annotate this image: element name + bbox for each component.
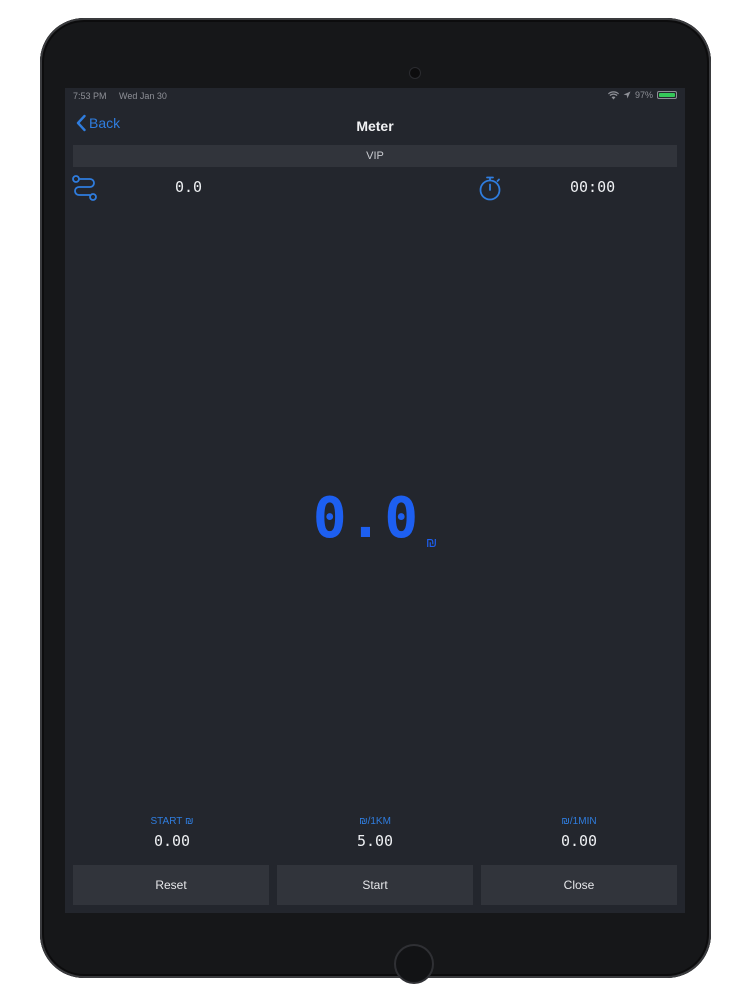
status-indicators: 97% <box>607 90 677 100</box>
tier-bar[interactable]: VIP <box>73 145 677 167</box>
stopwatch-icon <box>479 176 501 201</box>
fare-currency: ₪ <box>426 535 438 550</box>
per-km-rate: ₪/1KM 5.00 <box>275 816 475 850</box>
camera-icon <box>410 68 420 78</box>
fare-display: 0.0 ₪ <box>65 486 685 551</box>
start-rate-value: 0.00 <box>153 832 191 850</box>
page-title: Meter <box>356 118 394 134</box>
app-screen: 7:53 PM Wed Jan 30 97% Back Meter VIP 0.… <box>65 88 685 913</box>
fare-total: 0.0 <box>312 486 421 551</box>
battery-percent: 97% <box>634 90 653 100</box>
reset-button[interactable]: Reset <box>73 865 269 905</box>
action-bar: Reset Start Close <box>73 865 677 905</box>
start-rate: START ₪ 0.00 <box>72 816 272 850</box>
per-km-rate-value: 5.00 <box>356 832 394 850</box>
battery-icon <box>657 91 677 99</box>
per-min-rate: ₪/1MIN 0.00 <box>479 816 679 850</box>
status-date: Wed Jan 30 <box>119 91 167 101</box>
home-button[interactable] <box>394 944 434 984</box>
status-bar: 7:53 PM Wed Jan 30 97% <box>65 88 685 104</box>
per-min-rate-label: ₪/1MIN <box>561 816 597 827</box>
start-button[interactable]: Start <box>277 865 473 905</box>
close-button[interactable]: Close <box>481 865 677 905</box>
nav-bar: Back Meter <box>65 110 685 140</box>
status-time: 7:53 PM <box>73 91 107 101</box>
trip-stats: 0.0 00:00 <box>65 172 685 202</box>
location-icon <box>623 91 631 99</box>
wifi-icon <box>607 90 619 99</box>
rate-panel: START ₪ 0.00 ₪/1KM 5.00 ₪/1MIN 0.00 <box>65 816 685 856</box>
per-km-rate-label: ₪/1KM <box>359 816 391 827</box>
distance-value: 0.0 <box>175 178 203 196</box>
per-min-rate-value: 0.00 <box>560 832 598 850</box>
elapsed-time-value: 00:00 <box>570 178 616 196</box>
start-rate-label: START ₪ <box>150 816 194 827</box>
route-icon <box>72 175 97 201</box>
